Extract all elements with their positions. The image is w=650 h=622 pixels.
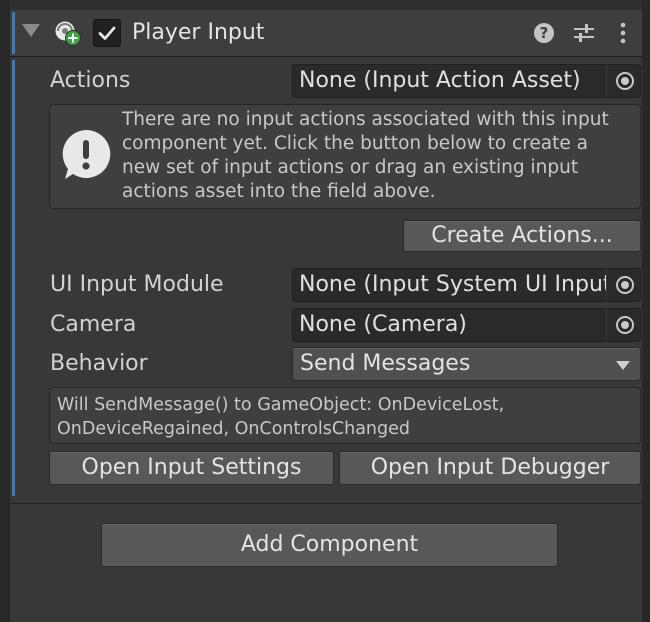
camera-object-picker[interactable] xyxy=(606,309,640,341)
ui-input-module-object-field[interactable]: None (Input System UI Input Module) xyxy=(292,268,641,302)
behavior-dropdown-value: Send Messages xyxy=(300,351,471,376)
left-panel-edge xyxy=(0,0,10,622)
foldout-arrow-icon[interactable] xyxy=(22,24,40,37)
create-actions-button[interactable]: Create Actions... xyxy=(403,220,641,252)
help-icon[interactable]: ? xyxy=(531,20,557,46)
chevron-down-icon xyxy=(616,361,630,370)
checkmark-icon xyxy=(98,26,116,40)
behavior-info-text: Will SendMessage() to GameObject: OnDevi… xyxy=(57,395,505,439)
component-title: Player Input xyxy=(132,20,265,45)
header-bottom-divider xyxy=(10,56,642,57)
ui-input-module-label: UI Input Module xyxy=(50,272,224,297)
component-enabled-checkbox[interactable] xyxy=(93,19,121,47)
actions-object-field[interactable]: None (Input Action Asset) xyxy=(292,64,641,98)
presets-icon[interactable] xyxy=(571,20,597,46)
actions-label: Actions xyxy=(50,68,131,93)
ui-input-module-field-value: None (Input System UI Input Module) xyxy=(299,272,640,297)
open-input-debugger-button[interactable]: Open Input Debugger xyxy=(339,451,641,485)
actions-field-value: None (Input Action Asset) xyxy=(299,68,581,93)
camera-object-field[interactable]: None (Camera) xyxy=(292,308,641,342)
component-bottom-divider xyxy=(10,503,642,504)
top-strip xyxy=(10,0,642,10)
ui-input-module-object-picker[interactable] xyxy=(606,269,640,301)
header-selection-bar xyxy=(12,12,15,54)
behavior-dropdown[interactable]: Send Messages xyxy=(292,347,641,381)
object-picker-dot xyxy=(621,321,629,329)
svg-text:?: ? xyxy=(540,24,549,42)
object-picker-dot xyxy=(621,77,629,85)
content-selection-bar xyxy=(12,60,15,496)
add-component-button[interactable]: Add Component xyxy=(101,523,558,567)
right-panel-edge xyxy=(642,0,650,622)
more-icon[interactable] xyxy=(610,20,636,46)
actions-object-picker[interactable] xyxy=(606,65,640,97)
no-actions-help-text: There are no input actions associated wi… xyxy=(122,109,609,202)
warning-icon xyxy=(60,128,112,180)
component-icon xyxy=(54,19,82,47)
camera-label: Camera xyxy=(50,312,137,337)
object-picker-dot xyxy=(621,281,629,289)
open-input-settings-button[interactable]: Open Input Settings xyxy=(49,451,334,485)
camera-field-value: None (Camera) xyxy=(299,312,467,337)
behavior-label: Behavior xyxy=(50,351,148,376)
